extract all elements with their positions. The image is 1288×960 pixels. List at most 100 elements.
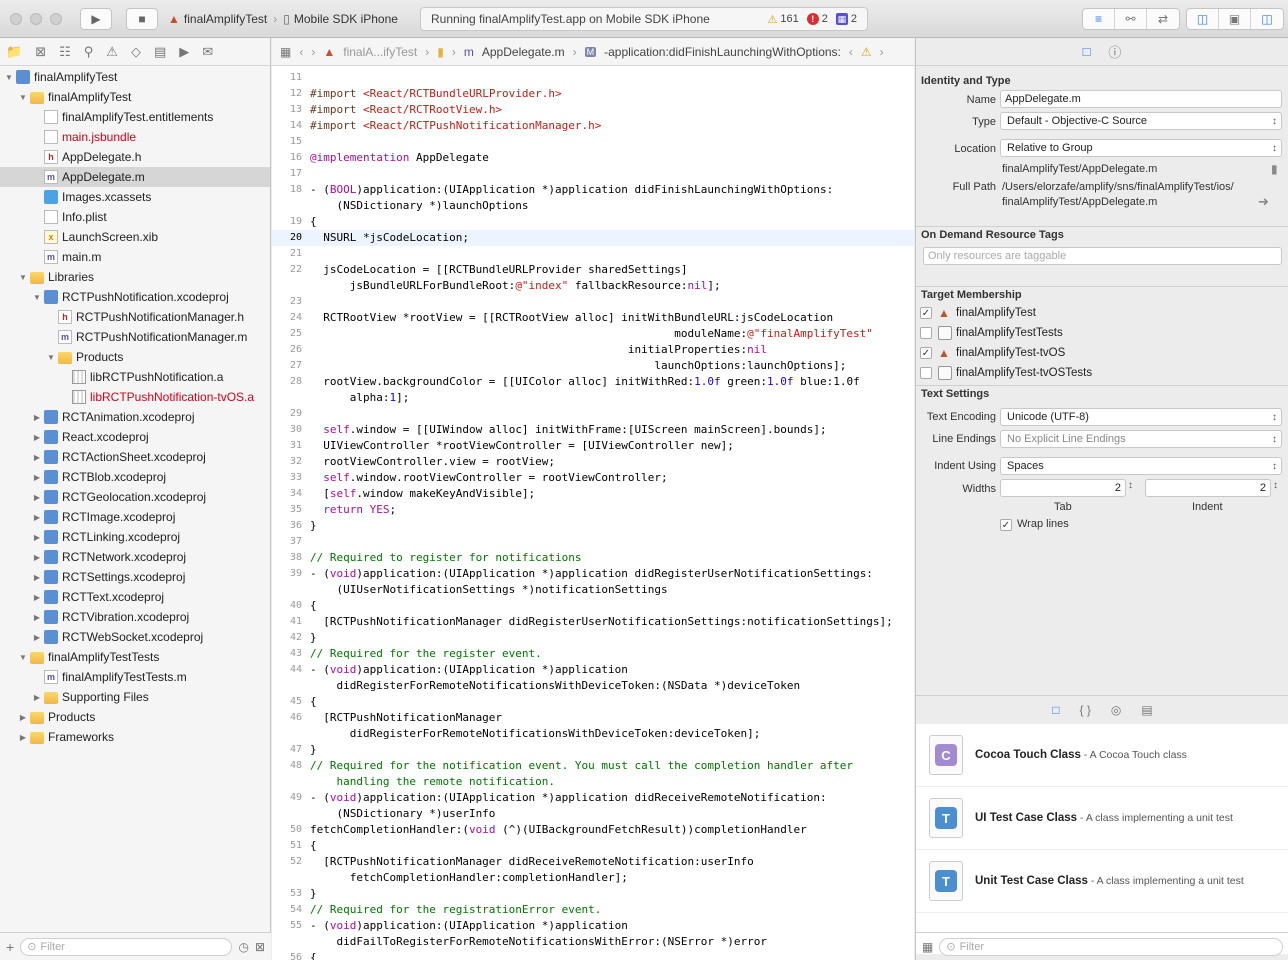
breakpoint-icon[interactable]: ▶	[179, 44, 189, 60]
target-checkbox[interactable]	[920, 327, 932, 339]
tab-width-field[interactable]: 2	[1000, 479, 1126, 497]
toggle-inspector-button[interactable]: ◫	[1251, 9, 1283, 29]
disclosure-triangle-icon[interactable]: ▶	[32, 513, 42, 522]
run-button[interactable]: ▶	[80, 8, 112, 30]
warning-icon[interactable]: ⚠	[106, 44, 118, 60]
disclosure-triangle-icon[interactable]: ▶	[32, 693, 42, 702]
indent-width-field[interactable]: 2	[1145, 479, 1271, 497]
disclosure-triangle-icon[interactable]: ▶	[32, 593, 42, 602]
warnings-badge[interactable]: ⚠ 161	[768, 13, 799, 26]
stop-button[interactable]: ■	[126, 8, 158, 30]
debug-icon[interactable]: ▤	[154, 44, 166, 60]
disclosure-triangle-icon[interactable]: ▼	[32, 293, 42, 302]
disclosure-triangle-icon[interactable]: ▶	[32, 493, 42, 502]
file-tree-row[interactable]: ▼ Libraries	[0, 267, 270, 287]
toggle-debug-area-button[interactable]: ▣	[1219, 9, 1251, 29]
version-editor-button[interactable]: ⇄	[1147, 9, 1179, 29]
file-template-icon[interactable]: □	[1052, 703, 1059, 717]
file-tree-row[interactable]: m RCTPushNotificationManager.m	[0, 327, 270, 347]
file-tree-row[interactable]: ▶ React.xcodeproj	[0, 427, 270, 447]
file-tree-row[interactable]: ▼ finalAmplifyTestTests	[0, 647, 270, 667]
disclosure-triangle-icon[interactable]: ▼	[18, 273, 28, 282]
file-tree-row[interactable]: Info.plist	[0, 207, 270, 227]
search-icon[interactable]: ⚲	[84, 44, 94, 60]
code-snippet-icon[interactable]: { }	[1080, 703, 1091, 717]
toggle-navigator-button[interactable]: ◫	[1187, 9, 1219, 29]
file-tree-row[interactable]: ▼ Products	[0, 347, 270, 367]
errors-badge[interactable]: ! 2	[806, 13, 828, 25]
target-checkbox[interactable]: ✓	[920, 307, 932, 319]
code-area[interactable]: 11 12 #import <React/RCTBundleURLProvider.…	[272, 67, 914, 960]
source-control-filter-icon[interactable]: ⊠	[255, 940, 265, 954]
file-tree-row[interactable]: ▶ Supporting Files	[0, 687, 270, 707]
recent-files-icon[interactable]: ◷	[238, 940, 248, 954]
warning-icon[interactable]: ⚠	[861, 45, 872, 59]
file-tree-row[interactable]: ▼ finalAmplifyTest	[0, 67, 270, 87]
file-tree-row[interactable]: ▶ RCTVibration.xcodeproj	[0, 607, 270, 627]
test-icon[interactable]: ◇	[131, 44, 141, 60]
folder-icon[interactable]: 📁	[6, 44, 22, 60]
related-items-icon[interactable]: ▦	[280, 45, 291, 59]
file-tree-row[interactable]: ▶ RCTLinking.xcodeproj	[0, 527, 270, 547]
disclosure-triangle-icon[interactable]: ▶	[32, 613, 42, 622]
location-popup[interactable]: Relative to Group	[1000, 139, 1282, 157]
assistant-editor-button[interactable]: ⚯	[1115, 9, 1147, 29]
file-template-item[interactable]: T UI Test Case Class - A class implementi…	[916, 787, 1288, 850]
file-inspector-icon[interactable]: □	[1083, 44, 1091, 59]
file-tree-row[interactable]: Images.xcassets	[0, 187, 270, 207]
disclosure-triangle-icon[interactable]: ▶	[32, 413, 42, 422]
navigator-filter-input[interactable]: ⊙ Filter	[20, 937, 233, 956]
file-tree-row[interactable]: libRCTPushNotification.a	[0, 367, 270, 387]
target-checkbox[interactable]	[920, 367, 932, 379]
disclosure-triangle-icon[interactable]: ▶	[32, 433, 42, 442]
symbol-icon[interactable]: ☷	[59, 44, 71, 60]
file-tree-row[interactable]: ▶ RCTWebSocket.xcodeproj	[0, 627, 270, 647]
scheme-selector[interactable]: ▲ finalAmplifyTest › ▯ Mobile SDK iPhone	[168, 8, 414, 30]
close-window-button[interactable]	[10, 13, 22, 25]
indent-using-popup[interactable]: Spaces	[1000, 457, 1282, 475]
next-issue-button[interactable]: ›	[880, 45, 884, 59]
disclosure-triangle-icon[interactable]: ▶	[18, 713, 28, 722]
media-library-icon[interactable]: ▤	[1141, 703, 1152, 717]
disclosure-triangle-icon[interactable]: ▶	[32, 633, 42, 642]
library-filter-input[interactable]: ⊙ Filter	[939, 937, 1283, 956]
encoding-popup[interactable]: Unicode (UTF-8)	[1000, 408, 1282, 426]
disclosure-triangle-icon[interactable]: ▼	[46, 353, 56, 362]
file-tree-row[interactable]: ▶ RCTImage.xcodeproj	[0, 507, 270, 527]
file-tree-row[interactable]: m finalAmplifyTestTests.m	[0, 667, 270, 687]
disclosure-triangle-icon[interactable]: ▶	[32, 553, 42, 562]
name-field[interactable]: AppDelegate.m	[1000, 90, 1282, 108]
file-tree-row[interactable]: ▼ RCTPushNotification.xcodeproj	[0, 287, 270, 307]
disclosure-triangle-icon[interactable]: ▼	[18, 93, 28, 102]
jump-file[interactable]: AppDelegate.m	[482, 45, 565, 59]
source-control-icon[interactable]: ⊠	[35, 44, 46, 60]
forward-button[interactable]: ›	[311, 45, 315, 59]
wrap-lines-checkbox[interactable]: ✓	[1000, 519, 1012, 531]
line-endings-popup[interactable]: No Explicit Line Endings	[1000, 430, 1282, 448]
file-tree-row[interactable]: h RCTPushNotificationManager.h	[0, 307, 270, 327]
previous-issue-button[interactable]: ‹	[849, 45, 853, 59]
file-tree-row[interactable]: ▶ RCTSettings.xcodeproj	[0, 567, 270, 587]
file-tree-row[interactable]: ▶ RCTGeolocation.xcodeproj	[0, 487, 270, 507]
standard-editor-button[interactable]: ≡	[1083, 9, 1115, 29]
indent-stepper[interactable]: ↕	[1273, 480, 1278, 491]
file-tree-row[interactable]: ▶ RCTAnimation.xcodeproj	[0, 407, 270, 427]
file-tree-row[interactable]: main.jsbundle	[0, 127, 270, 147]
file-tree-row[interactable]: ▶ Frameworks	[0, 727, 270, 747]
file-tree-row[interactable]: m main.m	[0, 247, 270, 267]
folder-icon[interactable]: ▮	[1271, 162, 1278, 176]
disclosure-triangle-icon[interactable]: ▶	[32, 573, 42, 582]
disclosure-triangle-icon[interactable]: ▶	[32, 533, 42, 542]
file-tree-row[interactable]: ▶ RCTBlob.xcodeproj	[0, 467, 270, 487]
file-tree-row[interactable]: finalAmplifyTest.entitlements	[0, 107, 270, 127]
back-button[interactable]: ‹	[299, 45, 303, 59]
file-tree-row[interactable]: ▶ RCTActionSheet.xcodeproj	[0, 447, 270, 467]
disclosure-triangle-icon[interactable]: ▶	[32, 453, 42, 462]
file-tree-row[interactable]: ▶ RCTNetwork.xcodeproj	[0, 547, 270, 567]
type-popup[interactable]: Default - Objective-C Source	[1000, 112, 1282, 130]
disclosure-triangle-icon[interactable]: ▼	[4, 73, 14, 82]
quick-help-icon[interactable]: ⓘ	[1108, 42, 1121, 61]
file-template-item[interactable]: C Cocoa Touch Class - A Cocoa Touch class	[916, 724, 1288, 787]
disclosure-triangle-icon[interactable]: ▶	[32, 473, 42, 482]
disclosure-triangle-icon[interactable]: ▼	[18, 653, 28, 662]
